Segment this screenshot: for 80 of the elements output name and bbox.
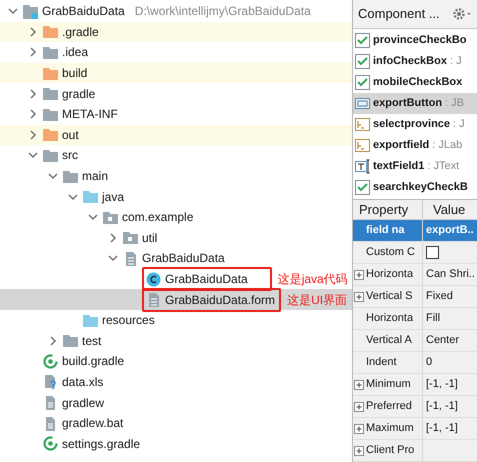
button-component-icon bbox=[355, 96, 370, 111]
property-name: field na bbox=[366, 223, 405, 238]
component-item[interactable]: infoCheckBox bbox=[373, 53, 447, 70]
folder-icon bbox=[42, 23, 59, 40]
component-item[interactable]: textField1 bbox=[373, 158, 424, 175]
tree-item-label[interactable]: main bbox=[82, 167, 108, 186]
gradle-file-icon bbox=[42, 352, 59, 370]
tree-item-label[interactable]: GrabBaiduData bbox=[142, 249, 225, 268]
component-type: : JLab bbox=[432, 138, 462, 154]
checkbox[interactable] bbox=[426, 246, 439, 259]
property-value: Can Shri.. bbox=[426, 267, 475, 282]
property-name: Maximum bbox=[366, 421, 414, 436]
annotation-note: 这是java代码 bbox=[278, 273, 348, 286]
settings-icon[interactable] bbox=[452, 7, 472, 21]
tree-item-label[interactable]: data.xls bbox=[62, 372, 104, 391]
property-value: exportB.. bbox=[426, 223, 474, 238]
column-header[interactable]: Property bbox=[353, 200, 423, 220]
tree-item-label[interactable]: com.example bbox=[122, 208, 194, 226]
property-name: Indent bbox=[366, 355, 397, 370]
expand-icon[interactable] bbox=[354, 446, 364, 456]
folder-icon bbox=[62, 332, 79, 350]
panel-title: Component ... bbox=[358, 5, 440, 24]
tree-item-label[interactable]: GrabBaiduData bbox=[42, 2, 125, 20]
property-name: Custom C bbox=[366, 245, 415, 260]
gradle-file-icon bbox=[42, 435, 59, 452]
property-name: Client Pro bbox=[366, 443, 414, 458]
folder-icon bbox=[42, 85, 59, 102]
folder-icon bbox=[82, 188, 99, 206]
property-value: Fixed bbox=[426, 289, 453, 304]
tree-item-label[interactable]: GrabBaiduData bbox=[165, 270, 248, 288]
property-value: [-1, -1] bbox=[426, 421, 458, 436]
tree-item-label[interactable]: out bbox=[62, 126, 79, 144]
class-icon bbox=[145, 270, 162, 288]
property-value: Fill bbox=[426, 311, 440, 326]
expand-icon[interactable] bbox=[354, 380, 364, 390]
annotation-note: 这是UI界面 bbox=[287, 294, 348, 306]
expand-icon[interactable] bbox=[354, 424, 364, 434]
expand-icon[interactable] bbox=[354, 402, 364, 412]
component-item[interactable]: exportfield bbox=[373, 137, 430, 154]
tree-item-label[interactable]: META-INF bbox=[62, 105, 118, 124]
property-value: Center bbox=[426, 333, 460, 348]
module-folder-icon bbox=[22, 2, 39, 20]
project-path: D:\work\intellijmy\GrabBaiduData bbox=[134, 3, 311, 20]
tree-item-label[interactable]: util bbox=[142, 228, 158, 247]
tree-item-label[interactable]: GrabBaiduData.form bbox=[165, 290, 276, 309]
tree-item-label[interactable]: gradlew.bat bbox=[62, 414, 124, 432]
property-name: Vertical A bbox=[366, 333, 412, 348]
component-type: : J bbox=[450, 54, 462, 70]
expand-icon[interactable] bbox=[354, 270, 364, 280]
column-header[interactable]: Value bbox=[423, 200, 477, 220]
folder-icon bbox=[42, 126, 59, 144]
property-name: Horizonta bbox=[366, 267, 414, 282]
tree-item-label[interactable]: .idea bbox=[62, 43, 88, 62]
tree-item-label[interactable]: .gradle bbox=[62, 22, 99, 41]
component-item[interactable]: exportButton bbox=[373, 95, 442, 112]
property-value: [-1, -1] bbox=[426, 377, 458, 392]
property-name: Minimum bbox=[366, 377, 411, 392]
component-item[interactable]: provinceCheckBo bbox=[373, 32, 467, 49]
tree-item-label[interactable]: test bbox=[82, 332, 102, 350]
tree-item-label[interactable]: resources bbox=[102, 311, 155, 330]
tree-item-label[interactable]: gradle bbox=[62, 84, 96, 103]
expand-icon[interactable] bbox=[354, 292, 364, 302]
tree-item-label[interactable]: build bbox=[62, 64, 88, 82]
tree-item-label[interactable]: settings.gradle bbox=[62, 434, 140, 453]
component-type: : JB bbox=[445, 96, 464, 112]
component-item[interactable]: searchkeyCheckB bbox=[373, 179, 468, 196]
component-item[interactable]: selectprovince bbox=[373, 116, 450, 133]
property-value: 0 bbox=[426, 355, 432, 370]
component-type: : J bbox=[453, 117, 465, 132]
package-icon bbox=[122, 229, 139, 246]
component-item[interactable]: mobileCheckBox bbox=[373, 74, 462, 91]
tree-item-label[interactable]: java bbox=[102, 188, 124, 206]
property-name: Horizonta bbox=[366, 311, 414, 326]
tree-item-label[interactable]: src bbox=[62, 146, 78, 164]
property-name: Vertical S bbox=[366, 289, 412, 304]
property-name: Preferred bbox=[366, 399, 412, 414]
component-type: : JText bbox=[427, 159, 460, 174]
tree-item-label[interactable]: build.gradle bbox=[62, 352, 124, 370]
tree-item-label[interactable]: gradlew bbox=[62, 394, 104, 412]
property-value: [-1, -1] bbox=[426, 399, 458, 414]
